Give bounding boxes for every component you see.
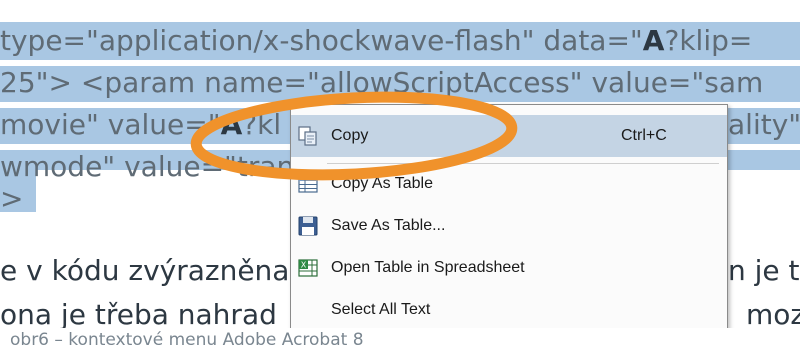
menu-item-label: Copy [331,127,369,144]
paragraph-line-1-right: n je t [728,254,800,287]
menu-item-open-table-in-spreadsheet[interactable]: X Open Table in Spreadsheet [291,247,727,289]
document-page: type="application/x-shockwave-flash" dat… [0,0,800,352]
paragraph-line-1-left: e v kódu zvýrazněna [0,254,290,287]
paragraph-line-2-left: ona je třeba nahrad [0,298,277,331]
code-text: ?kl [242,108,282,141]
menu-item-label: Save As Table... [331,217,446,234]
menu-item-copy-as-table[interactable]: Copy As Table [291,163,727,205]
spreadsheet-icon: X [297,257,319,279]
code-line-4[interactable]: wmode" value="trans [0,146,309,188]
code-line-2[interactable]: 25"> <param name="allowScriptAccess" val… [0,62,763,104]
code-bold-text: A [220,108,243,141]
paragraph-line-2-right: moz [746,298,800,331]
code-line-3-right[interactable]: ality" [728,104,800,146]
menu-item-label: Open Table in Spreadsheet [331,259,525,276]
menu-item-label: Select All Text [331,301,431,318]
figure-caption: obr6 – kontextové menu Adobe Acrobat 8 [0,328,800,352]
menu-item-label: Copy As Table [331,175,433,192]
code-text: wmode" value="trans [0,150,309,183]
code-text: ality" [728,108,800,141]
code-text: > [0,182,24,215]
code-line-5[interactable]: > [0,178,23,220]
copy-icon [297,125,319,147]
code-text: 25"> <param name="allowScriptAccess" val… [0,66,764,99]
menu-item-select-all-text[interactable]: Select All Text [291,289,727,331]
menu-item-shortcut: Ctrl+C [621,127,667,144]
code-text: type="application/x-shockwave-flash" dat… [0,24,643,57]
code-bold-text: A [642,24,665,57]
code-text: ?klip= [664,24,753,57]
code-line-1[interactable]: type="application/x-shockwave-flash" dat… [0,20,752,62]
table-icon [297,173,319,195]
caption-text: obr6 – kontextové menu Adobe Acrobat 8 [10,330,364,350]
svg-text:X: X [301,261,307,270]
floppy-disk-icon [297,215,319,237]
code-line-3[interactable]: movie" value="A?kl [0,104,281,146]
code-text: movie" value=" [0,108,221,141]
context-menu: Copy Ctrl+C Copy As Table Save As Table.… [290,104,728,338]
menu-item-save-as-table[interactable]: Save As Table... [291,205,727,247]
menu-item-copy[interactable]: Copy Ctrl+C [291,115,727,157]
